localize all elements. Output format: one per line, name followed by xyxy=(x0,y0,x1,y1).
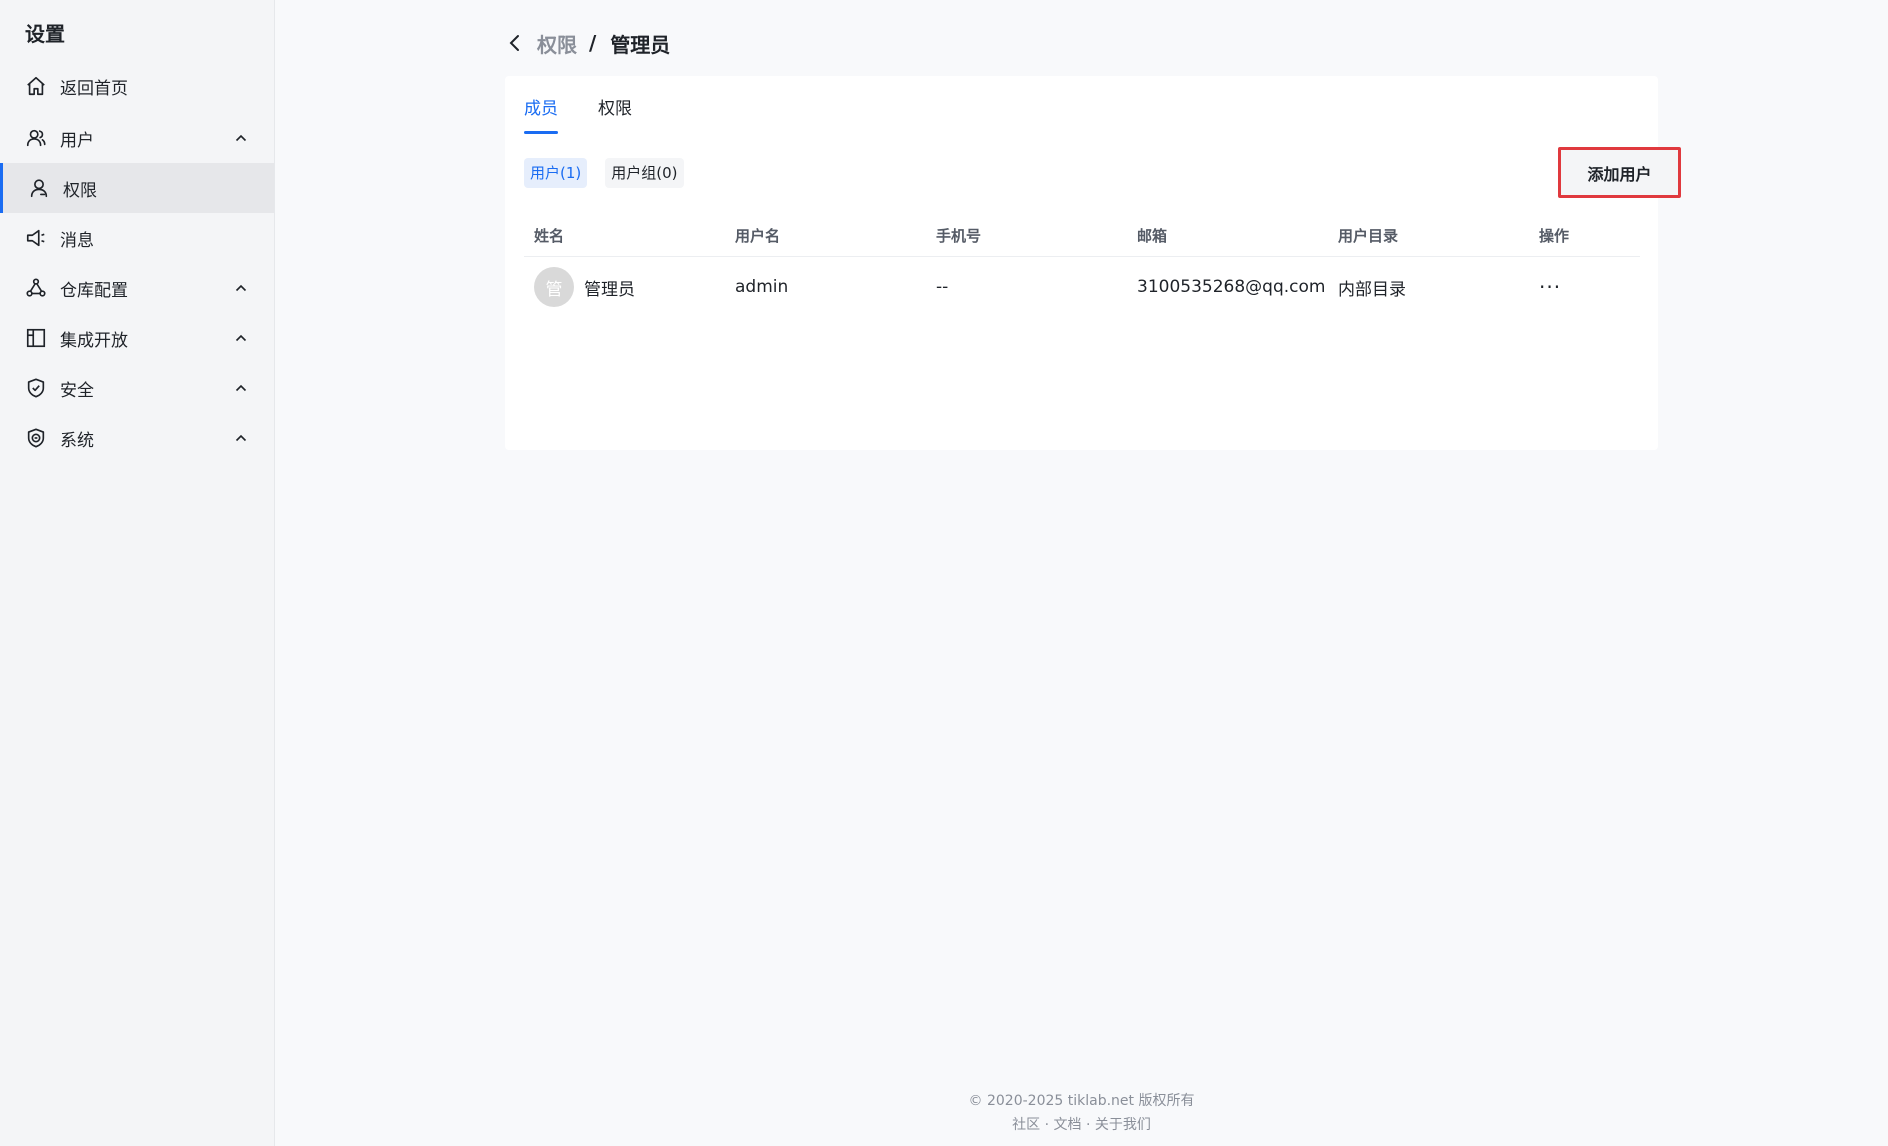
table-row: 管 管理员 admin -- 3100535268@qq.com 内部目录 ··… xyxy=(524,256,1640,318)
sidebar-item-label: 系统 xyxy=(60,430,94,451)
sidebar-item-security[interactable]: 安全 xyxy=(0,363,274,413)
column-header-actions: 操作 xyxy=(1529,216,1640,257)
nodes-icon xyxy=(25,277,47,299)
shield-icon xyxy=(25,377,47,399)
tab-permissions[interactable]: 权限 xyxy=(598,94,632,134)
column-header-email: 邮箱 xyxy=(1127,216,1328,257)
footer-link-community[interactable]: 社区 xyxy=(1012,1117,1040,1133)
sidebar-item-label: 权限 xyxy=(63,180,97,201)
cell-actions: ··· xyxy=(1529,256,1640,318)
megaphone-icon xyxy=(25,227,47,249)
footer-separator: · xyxy=(1085,1117,1091,1133)
chevron-up-icon xyxy=(234,331,248,345)
chevron-up-icon xyxy=(234,131,248,145)
sidebar-item-permissions[interactable]: 权限 xyxy=(0,163,274,213)
back-arrow-icon[interactable] xyxy=(505,33,525,53)
column-header-phone: 手机号 xyxy=(926,216,1127,257)
app-window: 设置 返回首页 用户 权限 消息 仓库配置 集成开放 安全 系统 权限 / 管理… xyxy=(0,0,1888,1146)
sidebar-item-label: 返回首页 xyxy=(60,78,128,99)
cell-directory: 内部目录 xyxy=(1338,279,1406,300)
chevron-up-icon xyxy=(234,431,248,445)
footer-copyright: © 2020-2025 tiklab.net 版权所有 xyxy=(968,1093,1195,1109)
subtab-bar: 用户(1) 用户组(0) xyxy=(524,158,702,188)
cell-name: 管 管理员 xyxy=(524,256,725,318)
breadcrumb-separator: / xyxy=(589,31,597,55)
sidebar-item-home[interactable]: 返回首页 xyxy=(0,61,274,111)
sidebar-item-label: 仓库配置 xyxy=(60,280,128,301)
sidebar: 设置 返回首页 用户 权限 消息 仓库配置 集成开放 安全 系统 xyxy=(0,0,275,1146)
sidebar-item-repo-config[interactable]: 仓库配置 xyxy=(0,263,274,313)
sidebar-item-label: 消息 xyxy=(60,230,94,251)
page-title: 管理员 xyxy=(610,32,671,57)
sidebar-item-users[interactable]: 用户 xyxy=(0,113,274,163)
add-user-button[interactable]: 添加用户 xyxy=(1558,147,1681,198)
sidebar-item-label: 集成开放 xyxy=(60,330,128,351)
cell-username: admin xyxy=(735,277,789,298)
user-icon xyxy=(28,177,50,199)
chevron-up-icon xyxy=(234,281,248,295)
table-header-row: 姓名 用户名 手机号 邮箱 用户目录 操作 xyxy=(524,216,1640,257)
footer-link-about[interactable]: 关于我们 xyxy=(1095,1117,1151,1133)
column-header-name: 姓名 xyxy=(524,216,725,257)
column-header-directory: 用户目录 xyxy=(1328,216,1529,257)
tab-members[interactable]: 成员 xyxy=(524,94,558,134)
subtab-user-groups[interactable]: 用户组(0) xyxy=(605,158,684,188)
members-card: 成员 权限 用户(1) 用户组(0) 添加用户 姓名 用户名 手机号 邮箱 用户… xyxy=(505,76,1681,450)
sidebar-item-messages[interactable]: 消息 xyxy=(0,213,274,263)
chevron-up-icon xyxy=(234,381,248,395)
sidebar-item-integration[interactable]: 集成开放 xyxy=(0,313,274,363)
main-content: 权限 / 管理员 成员 权限 用户(1) 用户组(0) 添加用户 姓名 用户名 … xyxy=(275,0,1888,1146)
sidebar-item-label: 安全 xyxy=(60,380,94,401)
cell-email: 3100535268@qq.com xyxy=(1137,277,1326,298)
home-icon xyxy=(25,75,47,97)
layout-icon xyxy=(25,327,47,349)
sidebar-item-system[interactable]: 系统 xyxy=(0,413,274,463)
breadcrumb: 权限 / 管理员 xyxy=(505,28,670,58)
members-table: 姓名 用户名 手机号 邮箱 用户目录 操作 管 管理员 admin -- 310… xyxy=(524,216,1640,318)
footer-separator: · xyxy=(1044,1117,1050,1133)
more-actions-icon[interactable]: ··· xyxy=(1539,275,1561,299)
avatar: 管 xyxy=(534,267,574,308)
footer-link-docs[interactable]: 文档 xyxy=(1054,1117,1082,1133)
system-badge-icon xyxy=(25,427,47,449)
column-header-username: 用户名 xyxy=(725,216,926,257)
tab-bar: 成员 权限 xyxy=(524,94,672,134)
sidebar-title: 设置 xyxy=(25,22,65,46)
user-display-name: 管理员 xyxy=(584,279,635,300)
subtab-users[interactable]: 用户(1) xyxy=(524,158,588,188)
footer-links: 社区 · 文档 · 关于我们 xyxy=(275,1114,1888,1134)
sidebar-item-label: 用户 xyxy=(60,130,94,151)
users-icon xyxy=(25,127,47,149)
breadcrumb-parent[interactable]: 权限 xyxy=(537,29,577,58)
cell-phone: -- xyxy=(936,277,949,298)
